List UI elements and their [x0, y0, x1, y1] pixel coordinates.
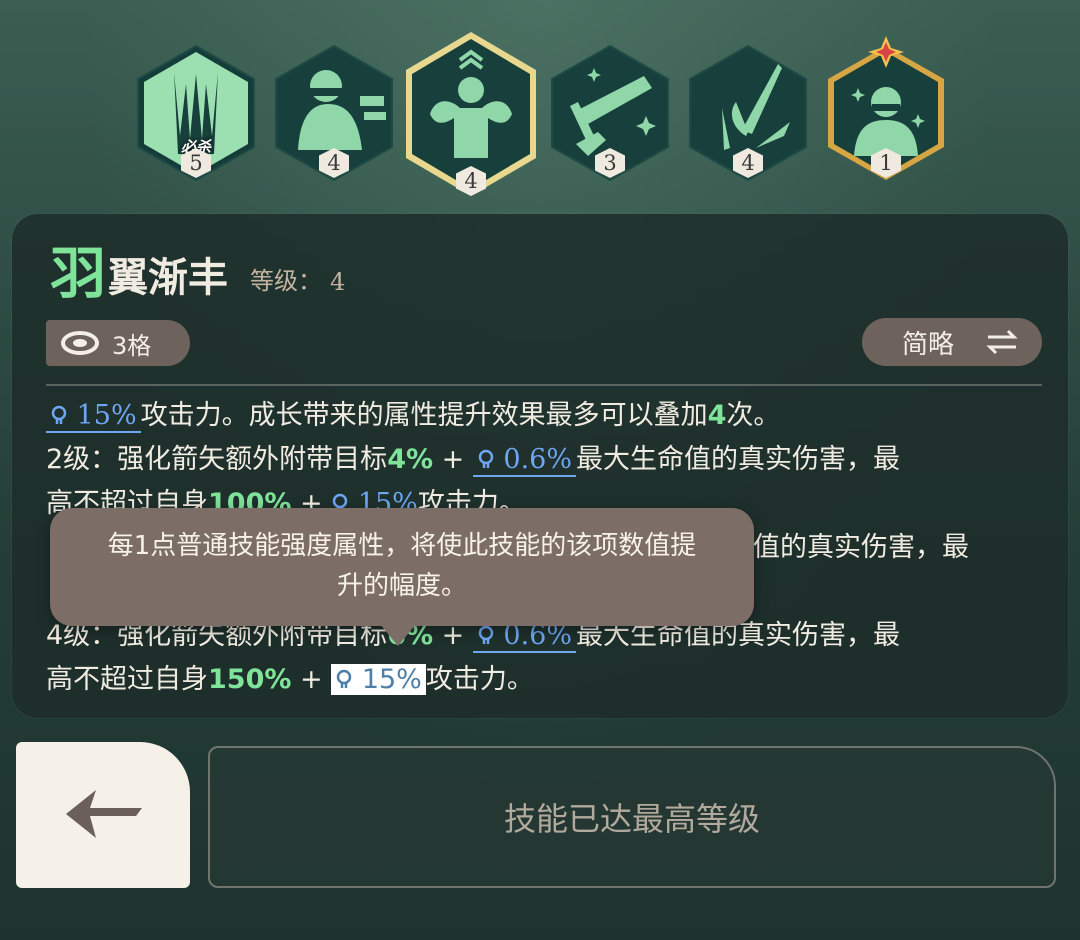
- power-scaling-icon: [478, 625, 494, 644]
- power-scaling-icon: [336, 669, 352, 688]
- tooltip-line-2: 升的幅度。: [336, 571, 467, 601]
- skill-slot-2[interactable]: 4: [272, 44, 396, 184]
- skill-slot-6[interactable]: 1: [824, 36, 948, 180]
- skill-slot-5[interactable]: 4: [686, 44, 810, 184]
- skill-slot-4[interactable]: 3: [548, 44, 672, 184]
- swap-arrows-icon: [986, 329, 1018, 355]
- desc-line-2: 2级：强化箭矢额外附带目标4% + 0.6% 最大生命值的真实伤害，最: [46, 444, 901, 477]
- slot-ring-icon: [61, 331, 99, 355]
- skill-title: 羽 翼渐丰 等级： 4: [50, 240, 345, 304]
- desc-line-1: 15% 攻击力。成长带来的属性提升效果最多可以叠加4次。: [46, 394, 1036, 438]
- scaling-value-highlighted[interactable]: 15%: [331, 664, 426, 695]
- slot-cost-text: 3格: [112, 331, 152, 360]
- toggle-brief-label: 简略: [902, 329, 955, 360]
- slot-cost-badge: 3格: [46, 320, 190, 366]
- max-level-button[interactable]: 技能已达最高等级: [208, 746, 1056, 888]
- skill-icon-row: 必杀 5 4 4 3 4 1: [0, 0, 1080, 210]
- desc-line-7: 高不超过自身150% + 15% 攻击力。: [46, 664, 534, 695]
- skill-title-first-char: 羽: [50, 241, 106, 307]
- skill-slot-3-selected[interactable]: 4: [402, 30, 540, 200]
- toggle-brief-button[interactable]: 简略: [862, 318, 1042, 366]
- panel-divider: [46, 384, 1042, 386]
- tooltip-line-1: 每1点普通技能强度属性，将使此技能的该项数值提: [107, 531, 697, 561]
- skill-slot-1[interactable]: 必杀 5: [134, 44, 258, 184]
- power-scaling-icon: [478, 449, 494, 468]
- max-level-label: 技能已达最高等级: [503, 800, 760, 838]
- level-value: 4: [330, 268, 346, 296]
- back-button[interactable]: [16, 742, 190, 888]
- level-label: 等级：: [250, 267, 322, 295]
- skill-title-rest: 翼渐丰: [108, 254, 228, 301]
- power-scaling-icon: [51, 405, 67, 424]
- scaling-value[interactable]: 15%: [46, 400, 141, 433]
- scaling-tooltip: 每1点普通技能强度属性，将使此技能的该项数值提 升的幅度。: [50, 508, 754, 626]
- back-arrow-icon: [66, 790, 142, 838]
- scaling-value[interactable]: 0.6%: [472, 444, 577, 477]
- tooltip-pointer: [380, 624, 416, 646]
